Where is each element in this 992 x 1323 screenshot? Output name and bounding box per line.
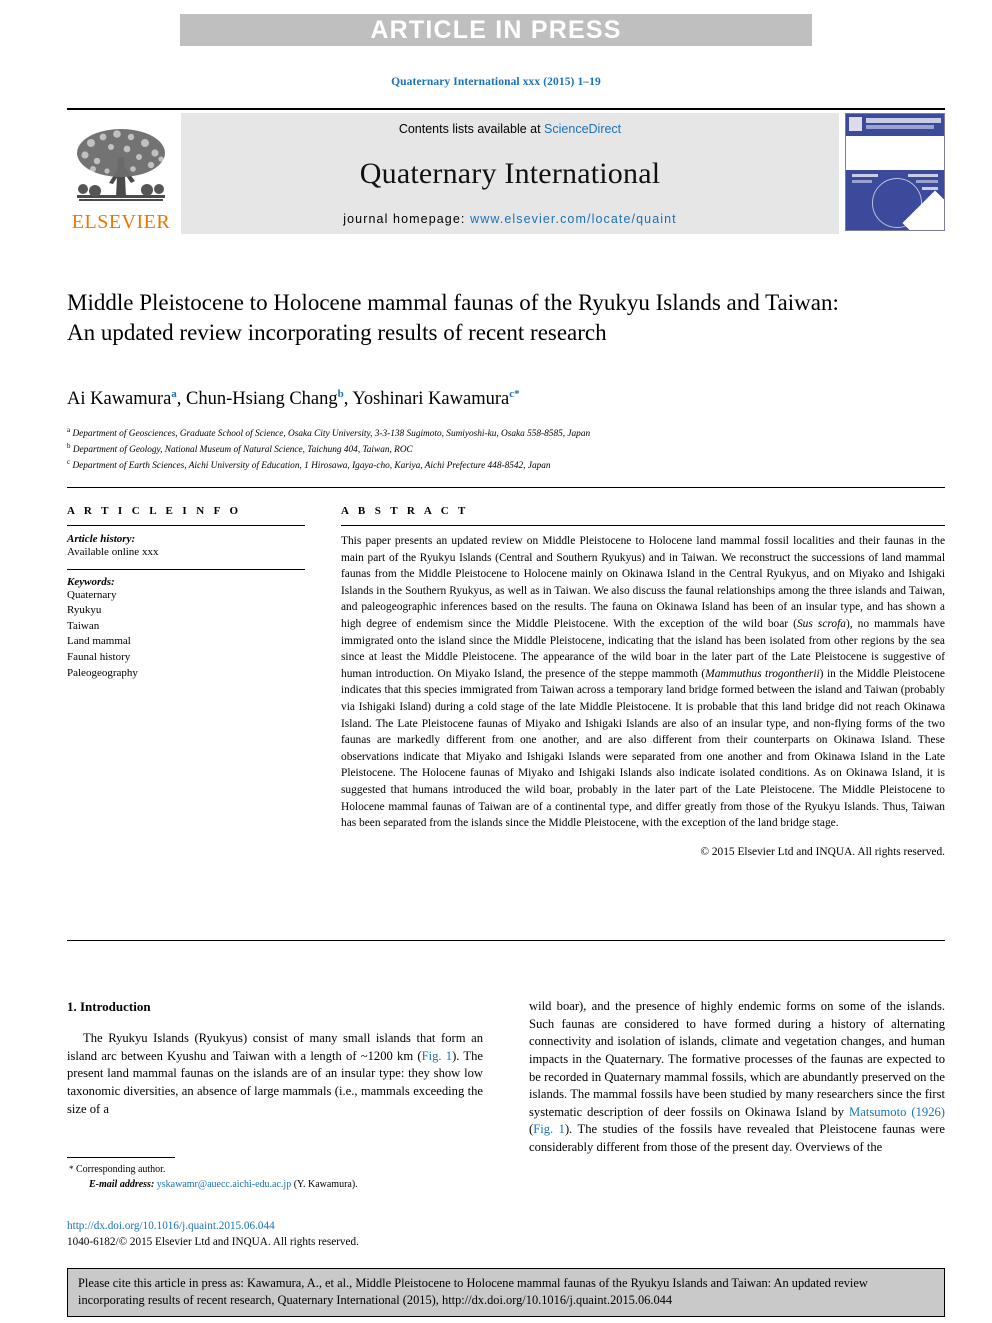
email-label: E-mail address: <box>89 1178 155 1190</box>
intro-paragraph-left: The Ryukyu Islands (Ryukyus) consist of … <box>67 1030 483 1118</box>
abstract-text: This paper presents an updated review on… <box>341 533 945 832</box>
article-info-panel: A R T I C L E I N F O Article history: A… <box>67 505 305 681</box>
species-name-sus-scrofa: Sus scrofa <box>796 617 846 630</box>
keyword-item: Paleogeography <box>67 666 138 679</box>
elsevier-logo: ELSEVIER <box>67 113 175 234</box>
keyword-item: Taiwan <box>67 619 100 632</box>
footnote-star-marker: * <box>69 1164 74 1174</box>
corresponding-author-row: * Corresponding author. <box>67 1163 483 1178</box>
divider-below-abstract <box>67 940 945 941</box>
journal-cover-thumbnail <box>845 113 945 231</box>
abstract-copyright: © 2015 Elsevier Ltd and INQUA. All right… <box>700 845 945 858</box>
affiliation-list: a Department of Geosciences, Graduate Sc… <box>67 425 937 474</box>
corresponding-author-label: Corresponding author. <box>76 1164 166 1175</box>
article-in-press-label: ARTICLE IN PRESS <box>370 15 622 44</box>
abstract-part-1: This paper presents an updated review on… <box>341 535 945 630</box>
intro-right-text-c: ). The studies of the fossils have revea… <box>529 1122 945 1154</box>
figure-link-fig1[interactable]: Fig. 1 <box>422 1049 453 1063</box>
elsevier-tree-icon <box>77 129 165 201</box>
keyword-item: Ryukyu <box>67 604 102 617</box>
species-name-mammuthus-trogontherii: Mammuthus trogontherii <box>705 667 820 680</box>
author-name: Chun-Hsiang Chang <box>186 389 338 410</box>
elsevier-wordmark: ELSEVIER <box>71 211 171 233</box>
body-columns: 1. Introduction The Ryukyu Islands (Ryuk… <box>67 998 945 1157</box>
divider-above-abstract <box>67 487 945 488</box>
affiliation-text: Department of Geosciences, Graduate Scho… <box>72 429 591 440</box>
keyword-item: Faunal history <box>67 651 131 664</box>
article-history-label: Article history: <box>67 533 136 545</box>
contents-list-line: Contents lists available at ScienceDirec… <box>399 122 621 136</box>
sciencedirect-link[interactable]: ScienceDirect <box>544 122 621 136</box>
email-owner: (Y. Kawamura). <box>293 1178 358 1190</box>
affiliation-text: Department of Earth Sciences, Aichi Univ… <box>72 461 551 472</box>
section-heading-introduction: 1. Introduction <box>67 999 151 1014</box>
citation-link-matsumoto-1926[interactable]: Matsumoto (1926) <box>849 1105 945 1119</box>
corresponding-author-footnote: * Corresponding author. E-mail address: … <box>67 1157 483 1192</box>
email-row: E-mail address: yskawamr@auecc.aichi-edu… <box>67 1178 483 1193</box>
affiliation-text: Department of Geology, National Museum o… <box>72 445 413 456</box>
page-title: Middle Pleistocene to Holocene mammal fa… <box>67 290 839 345</box>
affiliation-marker: c <box>67 458 71 467</box>
author-name: Yoshinari Kawamura <box>352 389 510 410</box>
intro-paragraph-right: wild boar), and the presence of highly e… <box>529 998 945 1157</box>
article-history-value: Available online xxx <box>67 546 159 558</box>
keywords-rule <box>67 568 305 570</box>
author-affiliation-marker: a <box>171 388 177 400</box>
issn-copyright-line: 1040-6182/© 2015 Elsevier Ltd and INQUA.… <box>67 1236 359 1249</box>
homepage-prefix: journal homepage: <box>343 212 471 226</box>
article-info-rule <box>67 525 305 526</box>
abstract-panel: A B S T R A C T This paper presents an u… <box>341 505 945 858</box>
article-in-press-banner: ARTICLE IN PRESS <box>180 14 812 46</box>
abstract-part-3: ) in the Middle Pleistocene indicates th… <box>341 667 945 830</box>
journal-homepage-link[interactable]: www.elsevier.com/locate/quaint <box>470 212 677 226</box>
affiliation-marker: a <box>67 426 71 434</box>
keyword-item: Land mammal <box>67 635 131 648</box>
doi-link[interactable]: http://dx.doi.org/10.1016/j.quaint.2015.… <box>67 1218 497 1234</box>
abstract-rule <box>341 525 945 526</box>
figure-link-fig1[interactable]: Fig. 1 <box>533 1122 565 1136</box>
journal-reference-line: Quaternary International xxx (2015) 1–19 <box>391 76 601 88</box>
contents-prefix: Contents lists available at <box>398 122 545 136</box>
affiliation-marker: b <box>67 442 71 451</box>
body-column-left: 1. Introduction The Ryukyu Islands (Ryuk… <box>67 998 483 1157</box>
author-name: Ai Kawamura <box>67 389 172 410</box>
intro-right-text-a: wild boar), and the presence of highly e… <box>529 999 945 1119</box>
keyword-item: Quaternary <box>67 588 117 601</box>
title-block: Middle Pleistocene to Holocene mammal fa… <box>67 288 857 348</box>
article-info-heading: A R T I C L E I N F O <box>67 505 242 517</box>
author-list: Ai Kawamuraa, Chun-Hsiang Changb, Yoshin… <box>67 388 520 410</box>
corresponding-author-marker: * <box>514 388 520 400</box>
affiliation-item: a Department of Geosciences, Graduate Sc… <box>67 425 937 441</box>
affiliation-item: c Department of Earth Sciences, Aichi Un… <box>67 457 937 473</box>
body-column-right: wild boar), and the presence of highly e… <box>529 998 945 1157</box>
cite-this-article-box: Please cite this article in press as: Ka… <box>67 1268 945 1318</box>
journal-masthead: ELSEVIER Contents lists available at Sci… <box>67 108 945 234</box>
author-affiliation-marker: b <box>337 388 344 400</box>
affiliation-item: b Department of Geology, National Museum… <box>67 441 937 457</box>
masthead-center-panel: Contents lists available at ScienceDirec… <box>181 113 839 234</box>
footnote-divider <box>67 1157 175 1158</box>
journal-homepage-line: journal homepage: www.elsevier.com/locat… <box>343 212 677 226</box>
journal-title: Quaternary International <box>359 157 661 190</box>
abstract-heading: A B S T R A C T <box>341 505 469 517</box>
doi-block: http://dx.doi.org/10.1016/j.quaint.2015.… <box>67 1218 497 1250</box>
keywords-label: Keywords: <box>67 575 115 588</box>
keywords-block: Keywords: Quaternary Ryukyu Taiwan Land … <box>67 568 305 682</box>
email-address-link[interactable]: yskawamr@auecc.aichi-edu.ac.jp <box>157 1179 291 1190</box>
